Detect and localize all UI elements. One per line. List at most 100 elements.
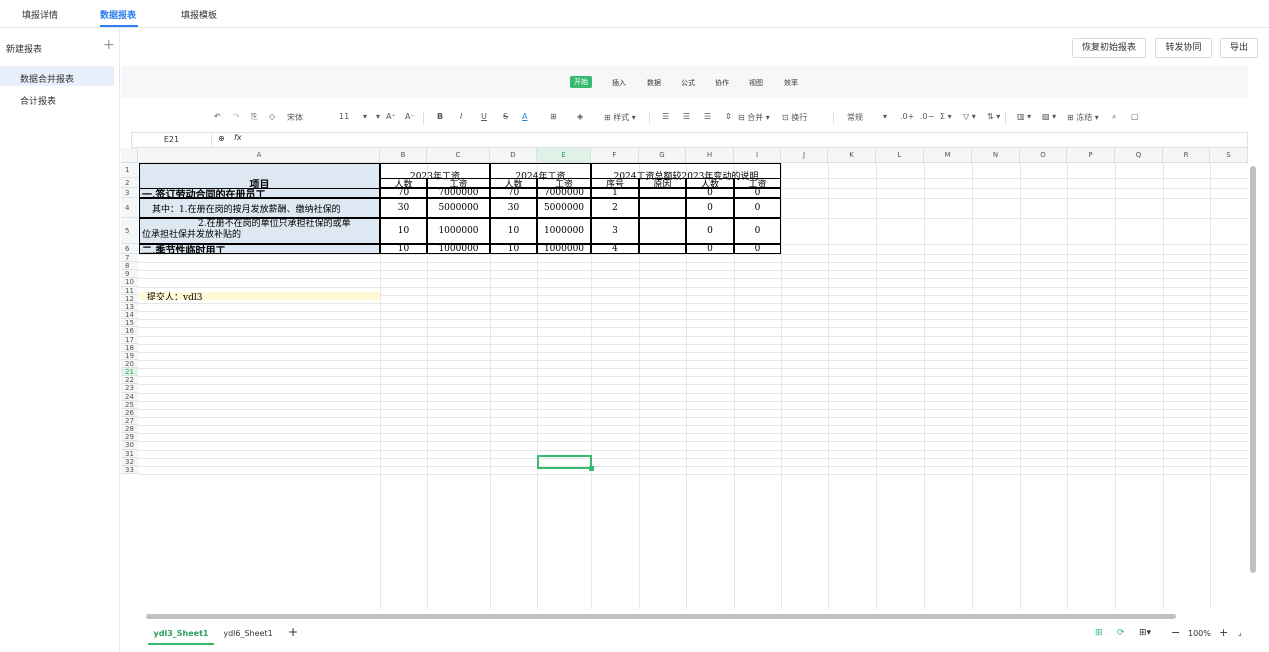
column-header-o[interactable]: O [1020, 148, 1067, 163]
row-header-2[interactable]: 2 [121, 178, 138, 188]
sheet-tab-ydl3[interactable]: ydl3_Sheet1 [148, 623, 214, 645]
cell-value[interactable]: 0 [686, 198, 734, 218]
strikethrough-icon[interactable]: S [503, 112, 508, 121]
cell-value[interactable]: 0 [686, 244, 734, 254]
sheet-tab-ydl6[interactable]: ydl6_Sheet1 [220, 623, 276, 645]
menu-efficiency[interactable]: 效率 [784, 78, 798, 88]
spreadsheet-grid[interactable]: ABCDEFGHIJKLMNOPQRS 1 2 3 4 5 6 7 8 9 10 11 12 13 14 1… [121, 148, 1248, 609]
cell-value[interactable]: 30 [490, 198, 537, 218]
row-header-7[interactable]: 7 [121, 254, 138, 263]
column-header-c[interactable]: C [427, 148, 490, 163]
cell-value[interactable]: 0 [686, 188, 734, 198]
cell-row-label[interactable]: 一.签订劳动合同的在册员工 [139, 188, 380, 198]
cell-value[interactable]: 3 [591, 218, 639, 244]
font-size-select[interactable]: 11 [339, 112, 349, 121]
bold-icon[interactable]: B [437, 112, 443, 121]
row-header-10[interactable]: 10 [121, 278, 138, 287]
row-header-25[interactable]: 25 [121, 400, 138, 409]
row-header-12[interactable]: 12 [121, 294, 138, 303]
sum-icon[interactable]: Σ ▾ [940, 112, 952, 121]
align-right-icon[interactable]: ☰ [704, 112, 711, 121]
row-header-11[interactable]: 11 [121, 286, 138, 295]
cell-reference-box[interactable]: E21 [132, 133, 212, 147]
cell-value[interactable]: 7000000 [537, 188, 591, 198]
cell-subheader[interactable]: 工资 [427, 178, 490, 188]
cell-row-label[interactable]: 2.在册不在岗的单位只承担社保的或单 位承担社保并发放补贴的 [139, 218, 380, 244]
row-header-3[interactable]: 3 [121, 188, 138, 198]
select-all-corner[interactable] [121, 148, 138, 163]
decrease-decimal-icon[interactable]: .0− [920, 112, 934, 121]
chart-icon[interactable]: ▥ ▾ [1017, 112, 1031, 121]
chevron-down-icon[interactable]: ▾ [883, 112, 887, 121]
row-header-30[interactable]: 30 [121, 441, 138, 450]
cell-value[interactable]: 1000000 [427, 244, 490, 254]
row-header-21[interactable]: 21 [121, 368, 138, 377]
cell-value[interactable] [639, 218, 686, 244]
cell-subheader[interactable]: 工资 [734, 178, 781, 188]
cell-subheader[interactable]: 原因 [639, 178, 686, 188]
row-header-5[interactable]: 5 [121, 218, 138, 244]
formula-input[interactable] [250, 134, 1240, 146]
row-header-23[interactable]: 23 [121, 384, 138, 393]
menu-data[interactable]: 数据 [647, 78, 661, 88]
selected-cell-e21[interactable] [537, 455, 592, 469]
cell-subheader[interactable]: 人数 [380, 178, 427, 188]
font-color-icon[interactable]: A [522, 112, 527, 121]
cell-value[interactable]: 10 [380, 218, 427, 244]
row-header-17[interactable]: 17 [121, 335, 138, 344]
cell-value[interactable]: 2 [591, 198, 639, 218]
cell-value[interactable]: 0 [734, 244, 781, 254]
vertical-scrollbar[interactable] [1250, 166, 1256, 573]
row-header-13[interactable]: 13 [121, 302, 138, 312]
font-family-select[interactable]: 宋体 [287, 112, 303, 123]
column-header-l[interactable]: L [876, 148, 924, 163]
cell-value[interactable]: 4 [591, 244, 639, 254]
border-icon[interactable]: ⊞ [550, 112, 557, 121]
column-header-q[interactable]: Q [1115, 148, 1163, 163]
row-header-29[interactable]: 29 [121, 433, 138, 442]
chevron-down-icon[interactable]: ▾ [363, 112, 367, 121]
zoom-in-icon[interactable]: ⊕ [218, 134, 225, 143]
align-left-icon[interactable]: ☰ [662, 112, 669, 121]
cell-value[interactable]: 1000000 [537, 218, 591, 244]
menu-view[interactable]: 视图 [749, 78, 763, 88]
add-sheet-icon[interactable]: + [288, 625, 298, 639]
column-header-h[interactable]: H [686, 148, 734, 163]
row-header-26[interactable]: 26 [121, 408, 138, 417]
menu-collab[interactable]: 协作 [715, 78, 729, 88]
column-header-s[interactable]: S [1210, 148, 1248, 163]
cell-value[interactable] [639, 188, 686, 198]
row-header-32[interactable]: 32 [121, 457, 138, 466]
format-painter-icon[interactable]: ⎘ [251, 112, 257, 122]
row-header-27[interactable]: 27 [121, 417, 138, 426]
column-header-d[interactable]: D [490, 148, 537, 163]
row-header-15[interactable]: 15 [121, 319, 138, 328]
sidebar-item-merged-report[interactable]: 数据合并报表 [0, 66, 114, 86]
cell-subheader[interactable]: 序号 [591, 178, 639, 188]
image-icon[interactable]: ▨ ▾ [1042, 112, 1056, 121]
column-header-k[interactable]: K [828, 148, 876, 163]
cell-value[interactable]: 7000000 [427, 188, 490, 198]
cell-value[interactable]: 70 [380, 188, 427, 198]
forward-collab-button[interactable]: 转发协同 [1155, 38, 1212, 58]
italic-icon[interactable]: I [460, 112, 462, 121]
menu-formula[interactable]: 公式 [681, 78, 695, 88]
column-header-f[interactable]: F [591, 148, 639, 163]
row-header-9[interactable]: 9 [121, 270, 138, 279]
export-button[interactable]: 导出 [1220, 38, 1258, 58]
cell-subheader[interactable]: 人数 [490, 178, 537, 188]
increase-font-icon[interactable]: A⁺ [386, 112, 396, 121]
column-header-i[interactable]: I [734, 148, 781, 163]
zoom-in-icon[interactable]: + [1219, 626, 1228, 639]
add-report-icon[interactable]: + [103, 38, 115, 52]
calendar-icon[interactable]: ▢ [1131, 112, 1139, 121]
column-header-j[interactable]: J [781, 148, 828, 163]
menu-start[interactable]: 开始 [570, 76, 592, 88]
undo-icon[interactable]: ↶ [214, 112, 221, 121]
cell-value[interactable]: 10 [380, 244, 427, 254]
cell-subheader[interactable]: 人数 [686, 178, 734, 188]
column-header-r[interactable]: R [1163, 148, 1210, 163]
cell-value[interactable] [639, 244, 686, 254]
decrease-font-icon[interactable]: A⁻ [405, 112, 415, 121]
row-header-18[interactable]: 18 [121, 343, 138, 352]
